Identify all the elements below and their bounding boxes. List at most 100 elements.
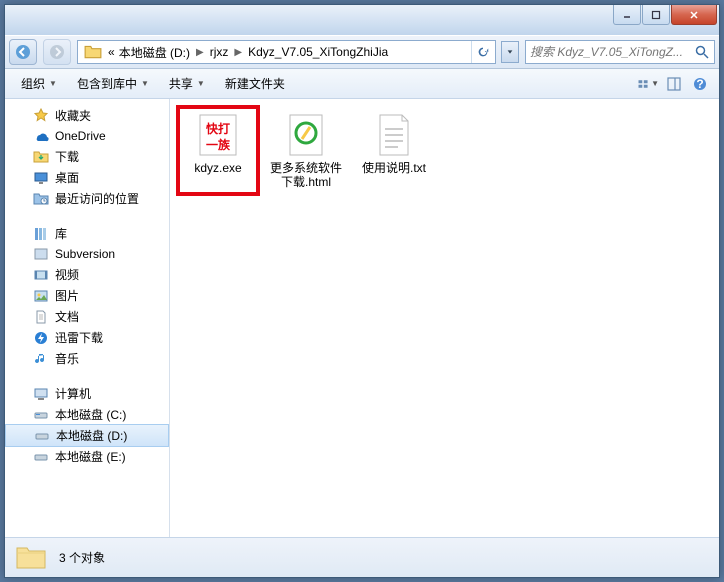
share-menu[interactable]: 共享▼ <box>161 71 213 96</box>
sidebar-item-onedrive[interactable]: OneDrive <box>5 126 169 146</box>
computer-header[interactable]: 计算机 <box>5 383 169 404</box>
txt-icon <box>370 111 418 159</box>
sidebar-item-label: 本地磁盘 (C:) <box>55 406 126 423</box>
chevron-down-icon: ▼ <box>651 79 659 88</box>
sidebar-header-label: 收藏夹 <box>55 107 91 124</box>
breadcrumb-item[interactable]: 本地磁盘 (D:) <box>117 44 192 61</box>
drive-icon <box>34 428 50 444</box>
onedrive-icon <box>33 128 49 144</box>
file-label: 使用说明.txt <box>362 161 426 175</box>
toolbar-label: 新建文件夹 <box>225 75 285 92</box>
file-item-kdyz[interactable]: 快打一族 kdyz.exe <box>178 107 258 194</box>
drive-icon <box>33 449 49 465</box>
libraries-header[interactable]: 库 <box>5 223 169 244</box>
chevron-right-icon: ▶ <box>192 47 208 58</box>
sidebar-item-label: 迅雷下载 <box>55 329 103 346</box>
folder-icon <box>84 43 102 61</box>
music-icon <box>33 351 49 367</box>
sidebar-item-label: 图片 <box>55 287 79 304</box>
sidebar-item-thunder[interactable]: 迅雷下载 <box>5 327 169 348</box>
file-list[interactable]: 快打一族 kdyz.exe 更多系统软件下载.html 使用说明.txt <box>170 99 719 537</box>
search-icon <box>694 44 710 60</box>
breadcrumb-prefix[interactable]: « <box>106 45 117 59</box>
subversion-icon <box>33 246 49 262</box>
toolbar: 组织 ▼ 包含到库中 ▼ 共享▼ 新建文件夹 ▼ ? <box>5 69 719 99</box>
search-box[interactable] <box>525 40 715 64</box>
status-text: 3 个对象 <box>59 549 105 566</box>
sidebar-item-label: Subversion <box>55 247 115 261</box>
sidebar-item-label: OneDrive <box>55 129 106 143</box>
favorites-group: 收藏夹 OneDrive 下载 桌面 最近访问的位置 <box>5 105 169 209</box>
sidebar-item-label: 本地磁盘 (E:) <box>55 448 126 465</box>
toolbar-label: 组织 <box>21 75 45 92</box>
navigation-pane[interactable]: 收藏夹 OneDrive 下载 桌面 最近访问的位置 <box>5 99 170 537</box>
file-label: 更多系统软件下载.html <box>270 161 342 190</box>
sidebar-item-label: 桌面 <box>55 169 79 186</box>
history-dropdown-button[interactable] <box>501 41 519 63</box>
file-item-txt[interactable]: 使用说明.txt <box>354 107 434 194</box>
folder-icon <box>15 542 47 574</box>
svg-text:快打: 快打 <box>206 121 230 136</box>
maximize-button[interactable] <box>642 5 670 25</box>
sidebar-item-downloads[interactable]: 下载 <box>5 146 169 167</box>
sidebar-item-pictures[interactable]: 图片 <box>5 285 169 306</box>
breadcrumb: « 本地磁盘 (D:) ▶ rjxz ▶ Kdyz_V7.05_XiTongZh… <box>106 44 471 61</box>
sidebar-header-label: 计算机 <box>55 385 91 402</box>
breadcrumb-item[interactable]: rjxz <box>208 45 231 59</box>
exe-icon: 快打一族 <box>194 111 242 159</box>
sidebar-item-drive-c[interactable]: 本地磁盘 (C:) <box>5 404 169 425</box>
sidebar-item-documents[interactable]: 文档 <box>5 306 169 327</box>
file-item-html[interactable]: 更多系统软件下载.html <box>266 107 346 194</box>
explorer-body: 收藏夹 OneDrive 下载 桌面 最近访问的位置 <box>5 99 719 537</box>
preview-pane-button[interactable] <box>663 73 685 95</box>
html-icon <box>282 111 330 159</box>
chevron-down-icon: ▼ <box>49 79 57 88</box>
favorites-header[interactable]: 收藏夹 <box>5 105 169 126</box>
titlebar <box>5 5 719 35</box>
organize-menu[interactable]: 组织 ▼ <box>13 71 65 96</box>
sidebar-item-label: 视频 <box>55 266 79 283</box>
search-input[interactable] <box>530 45 694 59</box>
address-bar[interactable]: « 本地磁盘 (D:) ▶ rjxz ▶ Kdyz_V7.05_XiTongZh… <box>77 40 496 64</box>
computer-icon <box>33 386 49 402</box>
thunder-icon <box>33 330 49 346</box>
back-button[interactable] <box>9 39 37 65</box>
chevron-right-icon: ▶ <box>230 47 246 58</box>
breadcrumb-item[interactable]: Kdyz_V7.05_XiTongZhiJia <box>246 45 390 59</box>
sidebar-item-drive-d[interactable]: 本地磁盘 (D:) <box>5 424 169 447</box>
desktop-icon <box>33 170 49 186</box>
sidebar-item-music[interactable]: 音乐 <box>5 348 169 369</box>
svg-text:?: ? <box>696 77 703 91</box>
download-icon <box>33 149 49 165</box>
chevron-down-icon: ▼ <box>141 79 149 88</box>
sidebar-item-label: 下载 <box>55 148 79 165</box>
sidebar-item-label: 文档 <box>55 308 79 325</box>
svg-text:一族: 一族 <box>206 137 231 152</box>
picture-icon <box>33 288 49 304</box>
recent-icon <box>33 191 49 207</box>
minimize-button[interactable] <box>613 5 641 25</box>
include-in-library-menu[interactable]: 包含到库中 ▼ <box>69 71 157 96</box>
sidebar-item-recent[interactable]: 最近访问的位置 <box>5 188 169 209</box>
help-button[interactable]: ? <box>689 73 711 95</box>
new-folder-button[interactable]: 新建文件夹 <box>217 71 293 96</box>
sidebar-item-videos[interactable]: 视频 <box>5 264 169 285</box>
file-label: kdyz.exe <box>194 161 241 175</box>
sidebar-item-desktop[interactable]: 桌面 <box>5 167 169 188</box>
sidebar-item-label: 音乐 <box>55 350 79 367</box>
toolbar-label: 包含到库中 <box>77 75 137 92</box>
refresh-button[interactable] <box>471 41 493 63</box>
toolbar-label: 共享 <box>169 75 193 92</box>
favorites-icon <box>33 108 49 124</box>
sidebar-header-label: 库 <box>55 225 67 242</box>
view-options-button[interactable]: ▼ <box>637 73 659 95</box>
explorer-window: « 本地磁盘 (D:) ▶ rjxz ▶ Kdyz_V7.05_XiTongZh… <box>4 4 720 578</box>
drive-icon <box>33 407 49 423</box>
forward-button[interactable] <box>43 39 71 65</box>
sidebar-item-subversion[interactable]: Subversion <box>5 244 169 264</box>
status-bar: 3 个对象 <box>5 537 719 577</box>
close-button[interactable] <box>671 5 717 25</box>
document-icon <box>33 309 49 325</box>
sidebar-item-drive-e[interactable]: 本地磁盘 (E:) <box>5 446 169 467</box>
sidebar-item-label: 最近访问的位置 <box>55 190 139 207</box>
